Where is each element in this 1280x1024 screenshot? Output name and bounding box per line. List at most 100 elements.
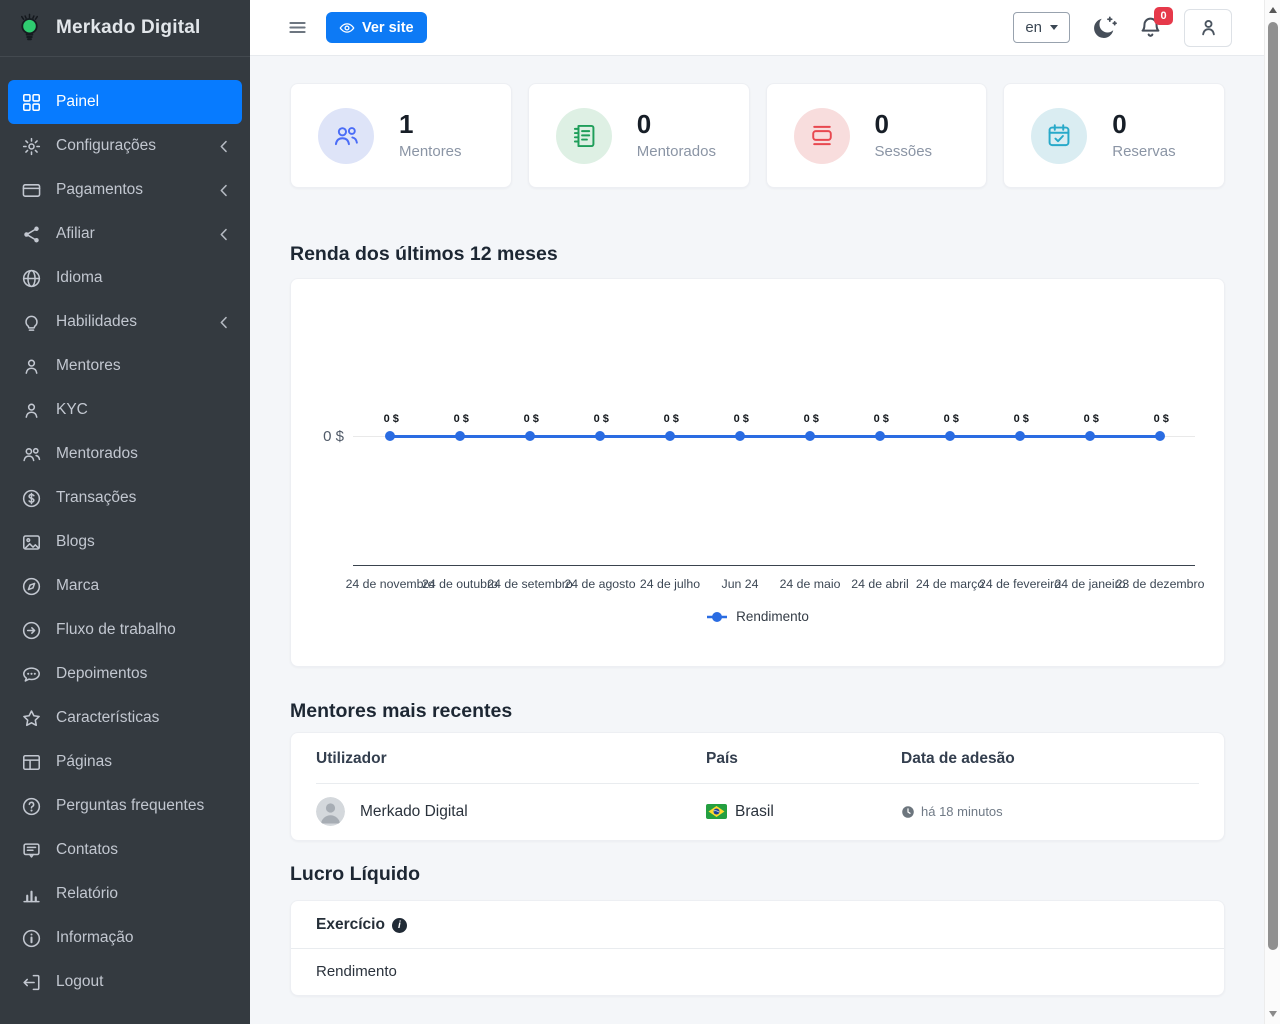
sidebar-item-label: Logout xyxy=(56,973,103,991)
data-point-label: 0 $ xyxy=(1014,413,1029,425)
menu-toggle-icon[interactable] xyxy=(288,18,307,37)
sidebar-item-label: Relatório xyxy=(56,885,118,903)
notifications-button[interactable]: 0 xyxy=(1139,16,1162,39)
sidebar-item-caracteristicas[interactable]: Características xyxy=(8,696,242,740)
mentors-table-header: Utilizador País Data de adesão xyxy=(316,733,1199,784)
person-icon xyxy=(1198,17,1219,38)
sidebar-item-perguntas-frequentes[interactable]: Perguntas frequentes xyxy=(8,784,242,828)
app-window: Merkado Digital PainelConfiguraçõesPagam… xyxy=(0,0,1280,1024)
stat-label: Sessões xyxy=(875,143,933,160)
sidebar-item-painel[interactable]: Painel xyxy=(8,80,242,124)
sidebar-item-label: Idioma xyxy=(56,269,103,287)
stat-icon-circle xyxy=(318,108,374,164)
chevron-left-icon xyxy=(219,140,228,153)
data-point xyxy=(595,431,605,441)
profit-section-title: Lucro Líquido xyxy=(290,863,1225,886)
profit-header-label: Exercício xyxy=(316,916,385,934)
avatar xyxy=(316,797,345,826)
data-point-label: 0 $ xyxy=(524,413,539,425)
column-header-joined: Data de adesão xyxy=(901,750,1199,768)
sidebar-item-configuracoes[interactable]: Configurações xyxy=(8,124,242,168)
data-point xyxy=(875,431,885,441)
dark-mode-toggle[interactable] xyxy=(1092,15,1117,40)
journal-icon xyxy=(571,123,597,149)
language-dropdown[interactable]: en xyxy=(1013,12,1070,43)
brand[interactable]: Merkado Digital xyxy=(0,0,250,57)
sidebar-item-blogs[interactable]: Blogs xyxy=(8,520,242,564)
data-point-label: 0 $ xyxy=(1084,413,1099,425)
scroll-down-arrow-icon[interactable] xyxy=(1269,1011,1277,1017)
data-point xyxy=(525,431,535,441)
sidebar-item-label: Contatos xyxy=(56,841,118,859)
content: 1Mentores0Mentorados0Sessões0Reservas Re… xyxy=(250,56,1264,1024)
view-site-label: Ver site xyxy=(362,20,414,36)
image-icon xyxy=(22,533,41,552)
notifications-badge: 0 xyxy=(1154,7,1173,25)
sidebar-item-idioma[interactable]: Idioma xyxy=(8,256,242,300)
mentor-name: Merkado Digital xyxy=(360,803,468,821)
user-menu-button[interactable] xyxy=(1184,9,1232,47)
stat-value: 1 xyxy=(399,111,462,138)
data-point xyxy=(665,431,675,441)
sidebar-item-label: Blogs xyxy=(56,533,95,551)
scroll-up-arrow-icon[interactable] xyxy=(1269,7,1277,13)
stat-card-mentorados: 0Mentorados xyxy=(528,83,750,188)
share-icon xyxy=(22,225,41,244)
x-axis-label: 24 de abril xyxy=(851,577,908,591)
sidebar-item-transacoes[interactable]: Transações xyxy=(8,476,242,520)
legend-label: Rendimento xyxy=(736,609,809,624)
credit-card-icon xyxy=(22,181,41,200)
view-site-button[interactable]: Ver site xyxy=(326,12,427,43)
data-point-label: 0 $ xyxy=(804,413,819,425)
scrollbar[interactable] xyxy=(1264,0,1280,1024)
sidebar-item-paginas[interactable]: Páginas xyxy=(8,740,242,784)
globe-icon xyxy=(22,269,41,288)
sidebar-item-logout[interactable]: Logout xyxy=(8,960,242,1004)
stat-label: Mentorados xyxy=(637,143,716,160)
sidebar-item-informacao[interactable]: Informação xyxy=(8,916,242,960)
sidebar-item-pagamentos[interactable]: Pagamentos xyxy=(8,168,242,212)
eye-icon xyxy=(339,20,355,36)
sidebar-item-label: Afiliar xyxy=(56,225,95,243)
stat-card-mentores: 1Mentores xyxy=(290,83,512,188)
topbar: Ver site en 0 xyxy=(250,0,1264,56)
clock-icon xyxy=(901,805,915,819)
sidebar-item-label: Fluxo de trabalho xyxy=(56,621,176,639)
sidebar-item-afiliar[interactable]: Afiliar xyxy=(8,212,242,256)
layout-icon xyxy=(22,753,41,772)
sidebar-item-label: Transações xyxy=(56,489,136,507)
info-icon[interactable]: i xyxy=(392,918,407,933)
brand-title: Merkado Digital xyxy=(56,17,200,39)
sidebar-item-label: Mentores xyxy=(56,357,121,375)
mentor-country: Brasil xyxy=(735,803,774,821)
table-row[interactable]: Merkado Digital Brasil há 18 minutos xyxy=(316,784,1199,840)
sidebar-item-kyc[interactable]: KYC xyxy=(8,388,242,432)
bar-chart-icon xyxy=(22,885,41,904)
sidebar-item-habilidades[interactable]: Habilidades xyxy=(8,300,242,344)
sidebar-item-label: Perguntas frequentes xyxy=(56,797,204,815)
gear-icon xyxy=(22,137,41,156)
data-point xyxy=(945,431,955,441)
x-axis-label: 24 de maio xyxy=(780,577,841,591)
sidebar-item-contatos[interactable]: Contatos xyxy=(8,828,242,872)
sidebar-item-depoimentos[interactable]: Depoimentos xyxy=(8,652,242,696)
data-point-label: 0 $ xyxy=(454,413,469,425)
sidebar-item-mentores[interactable]: Mentores xyxy=(8,344,242,388)
series-line-rendimento xyxy=(390,435,1160,438)
x-axis-label: Jun 24 xyxy=(722,577,759,591)
user-icon xyxy=(22,401,41,420)
mentors-table: Utilizador País Data de adesão Merkado D… xyxy=(290,732,1225,841)
scrollbar-thumb[interactable] xyxy=(1268,22,1278,950)
sidebar-item-label: Depoimentos xyxy=(56,665,147,683)
brand-logo-icon xyxy=(15,13,44,43)
message-icon xyxy=(22,841,41,860)
legend-item-rendimento[interactable]: Rendimento xyxy=(291,609,1224,624)
sidebar-item-relatorio[interactable]: Relatório xyxy=(8,872,242,916)
sidebar-item-fluxo-de-trabalho[interactable]: Fluxo de trabalho xyxy=(8,608,242,652)
chart-section-title: Renda dos últimos 12 meses xyxy=(290,243,1225,266)
income-chart: 0 $ 0 $24 de novembro0 $24 de outubro0 $… xyxy=(290,278,1225,667)
sidebar-item-marca[interactable]: Marca xyxy=(8,564,242,608)
topbar-right: en 0 xyxy=(1013,9,1232,47)
x-axis-label: 24 de março xyxy=(916,577,984,591)
sidebar-item-mentorados[interactable]: Mentorados xyxy=(8,432,242,476)
